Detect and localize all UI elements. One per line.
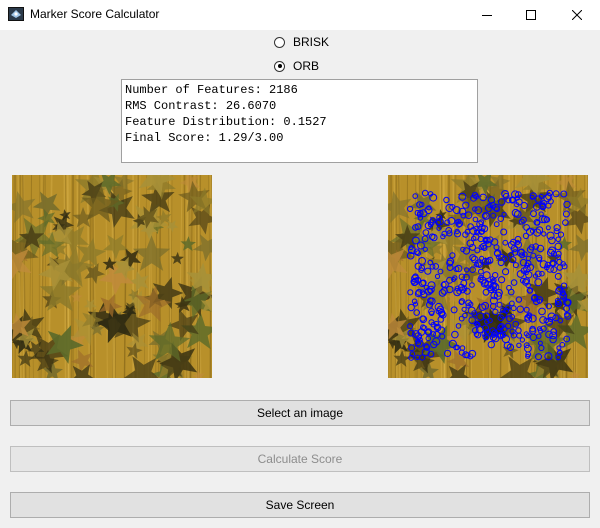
app-icon — [8, 6, 24, 22]
close-button[interactable] — [554, 0, 600, 30]
close-icon — [572, 10, 582, 20]
results-line-distribution: Feature Distribution: 0.1527 — [125, 115, 327, 129]
original-image — [12, 175, 212, 378]
radio-orb-label: ORB — [293, 59, 320, 73]
radio-orb[interactable]: ORB — [274, 57, 319, 75]
results-textbox[interactable]: Number of Features: 2186 RMS Contrast: 26… — [121, 79, 478, 163]
results-line-features: Number of Features: 2186 — [125, 83, 298, 97]
results-line-contrast: RMS Contrast: 26.6070 — [125, 99, 277, 113]
leaf-texture-keypoints-image — [388, 175, 588, 378]
select-image-button[interactable]: Select an image — [10, 400, 590, 426]
keypoints-image — [388, 175, 588, 378]
window-title: Marker Score Calculator — [30, 7, 160, 21]
radio-brisk[interactable]: BRISK — [274, 33, 329, 51]
leaf-texture-image — [12, 175, 212, 378]
results-line-score: Final Score: 1.29/3.00 — [125, 131, 284, 145]
calculate-score-button[interactable]: Calculate Score — [10, 446, 590, 472]
radio-brisk-label: BRISK — [293, 35, 330, 49]
minimize-button[interactable] — [464, 0, 510, 30]
maximize-icon — [526, 10, 536, 20]
save-screen-button[interactable]: Save Screen — [10, 492, 590, 518]
title-bar: Marker Score Calculator — [0, 0, 600, 30]
minimize-icon — [482, 15, 492, 16]
maximize-button[interactable] — [508, 0, 554, 30]
radio-brisk-indicator[interactable] — [274, 36, 285, 48]
radio-orb-indicator[interactable] — [274, 60, 285, 72]
